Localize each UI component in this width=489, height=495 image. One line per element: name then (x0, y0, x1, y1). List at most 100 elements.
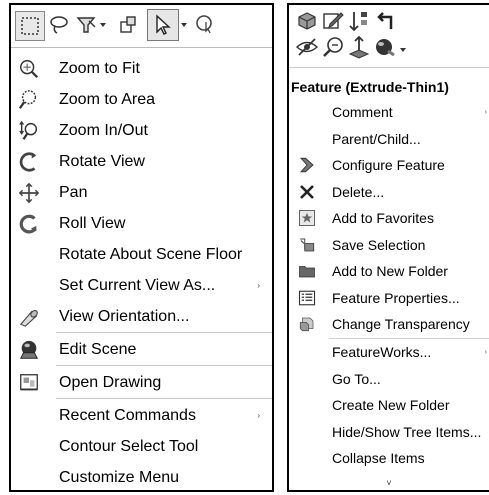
menu-item-label: Go To... (332, 370, 381, 387)
menu-item-label: Zoom to Fit (59, 59, 140, 77)
chevron-down-icon[interactable] (400, 48, 406, 52)
menu-item-label: Change Transparency (332, 316, 470, 332)
menu-item-parent-child[interactable]: Parent/Child... (289, 126, 489, 152)
select-arrow-button[interactable] (147, 9, 179, 41)
edit-feature-icon (298, 12, 316, 30)
menu-item-label: Collapse Items (332, 450, 425, 466)
box-select-icon (21, 17, 39, 35)
menu-item-label: Create New Folder (332, 397, 450, 413)
appearance-sphere-icon (376, 39, 395, 57)
menu-separator (56, 365, 272, 366)
menu-item-collapse-items[interactable]: Collapse Items (289, 445, 489, 471)
menu-item-recent-commands[interactable]: Recent Commands › (11, 400, 272, 431)
chevron-down-icon[interactable] (100, 23, 106, 27)
menu-item-label: Rotate View (59, 152, 145, 170)
selection-filter-button[interactable] (73, 11, 101, 39)
normal-to-button[interactable] (347, 35, 371, 59)
menu-item-contour-select-tool[interactable]: Contour Select Tool (11, 431, 272, 462)
menu-item-set-current-view-as[interactable]: Set Current View As... › (11, 270, 272, 301)
menu-item-label: Roll View (59, 214, 126, 232)
menu-item-label: Save Selection (332, 236, 426, 253)
menu-item-zoom-in-out[interactable]: Zoom In/Out (11, 115, 272, 146)
submenu-arrow-icon: › (257, 281, 260, 290)
edit-scene-icon (17, 338, 41, 362)
menu-item-rotate-about-scene-floor[interactable]: Rotate About Scene Floor (11, 239, 272, 270)
menu-item-zoom-to-area[interactable]: Zoom to Area (11, 84, 272, 115)
menu-item-label: Comment (332, 104, 393, 120)
rotate-view-icon (17, 150, 41, 174)
menu-item-label: Delete... (332, 183, 385, 200)
edit-feature-button[interactable] (295, 9, 319, 33)
zoom-to-selection-icon (323, 37, 343, 57)
menu-item-comment[interactable]: Comment › (289, 99, 489, 125)
arrow-return-icon (377, 12, 393, 29)
menu-item-create-new-folder[interactable]: Create New Folder (289, 392, 489, 418)
menu-item-label: Add to Favorites (332, 210, 434, 226)
chevron-down-icon[interactable] (181, 23, 187, 27)
menu-item-label: Edit Scene (59, 340, 137, 358)
folder-icon (297, 261, 317, 281)
menu-item-label: Open Drawing (59, 373, 162, 391)
open-drawing-icon (17, 371, 41, 395)
lasso-select-button[interactable] (45, 11, 73, 39)
select-other-button[interactable] (115, 11, 143, 39)
menu-item-label: Hide/Show Tree Items... (332, 423, 482, 440)
menu-item-add-to-new-folder[interactable]: Add to New Folder (289, 258, 489, 284)
menu-item-add-to-favorites[interactable]: Add to Favorites (289, 205, 489, 231)
rollback-button[interactable] (347, 9, 371, 33)
box-select-button[interactable] (15, 11, 45, 41)
menu-item-label: Zoom to Area (59, 90, 156, 108)
lasso-select-icon (50, 16, 68, 34)
toolbar-divider (289, 67, 489, 68)
normal-to-icon (348, 35, 370, 59)
expand-menu-chevron-icon[interactable]: ˅ (289, 478, 489, 488)
menu-item-open-drawing[interactable]: Open Drawing (11, 367, 272, 398)
menu-item-view-orientation[interactable]: View Orientation... (11, 301, 272, 332)
menu-item-feature-properties[interactable]: Feature Properties... (289, 285, 489, 311)
view-context-menu: Zoom to Fit Zoom to Area Zoom In/Out Rot… (9, 3, 274, 492)
menu-item-change-transparency[interactable]: Change Transparency (289, 311, 489, 337)
zoom-to-selection-button[interactable] (321, 35, 345, 59)
save-selection-icon (297, 235, 317, 255)
menu-item-label: Feature Properties... (332, 289, 460, 306)
menu-item-hide-show-tree-items[interactable]: Hide/Show Tree Items... (289, 419, 489, 445)
menu-item-customize-menu[interactable]: Customize Menu (11, 462, 272, 493)
parent-button[interactable] (373, 9, 397, 33)
submenu-arrow-icon: › (484, 348, 487, 356)
zoom-in-out-icon (17, 119, 41, 143)
rollback-icon (349, 12, 367, 32)
menu-item-label: Rotate About Scene Floor (59, 245, 243, 263)
menu-item-pan[interactable]: Pan (11, 177, 272, 208)
appearance-button[interactable] (373, 35, 397, 59)
hide-eye-icon (295, 38, 319, 56)
pan-icon (17, 181, 41, 205)
menu-item-delete[interactable]: Delete... (289, 179, 489, 205)
menu-item-label: Contour Select Tool (59, 437, 199, 455)
menu-item-label: Add to New Folder (332, 263, 448, 279)
menu-item-label: Zoom In/Out (59, 121, 148, 139)
selection-filter-icon (76, 17, 96, 33)
menu-item-go-to[interactable]: Go To... (289, 366, 489, 392)
menu-item-rotate-view[interactable]: Rotate View (11, 146, 272, 177)
menu-item-configure-feature[interactable]: Configure Feature (289, 152, 489, 178)
roll-view-icon (17, 212, 41, 236)
select-other-icon (120, 16, 136, 33)
menu-item-roll-view[interactable]: Roll View (11, 208, 272, 239)
edit-sketch-button[interactable] (321, 9, 345, 33)
feature-header: Feature (Extrude-Thin1) (291, 79, 449, 95)
feature-toolbar (289, 5, 489, 65)
transparency-icon (297, 314, 317, 334)
menu-item-featureworks[interactable]: FeatureWorks... › (289, 339, 489, 365)
menu-separator (56, 398, 272, 399)
menu-item-label: Parent/Child... (332, 130, 421, 147)
selection-toolbar (11, 5, 272, 48)
menu-separator (56, 332, 272, 333)
zoom-to-area-icon (17, 88, 41, 112)
submenu-arrow-icon: › (484, 108, 487, 116)
menu-item-save-selection[interactable]: Save Selection (289, 232, 489, 258)
menu-item-zoom-to-fit[interactable]: Zoom to Fit (11, 53, 272, 84)
magnifying-select-button[interactable] (192, 11, 220, 39)
menu-item-edit-scene[interactable]: Edit Scene (11, 334, 272, 365)
hide-button[interactable] (295, 35, 319, 59)
configure-feature-icon (297, 155, 317, 175)
